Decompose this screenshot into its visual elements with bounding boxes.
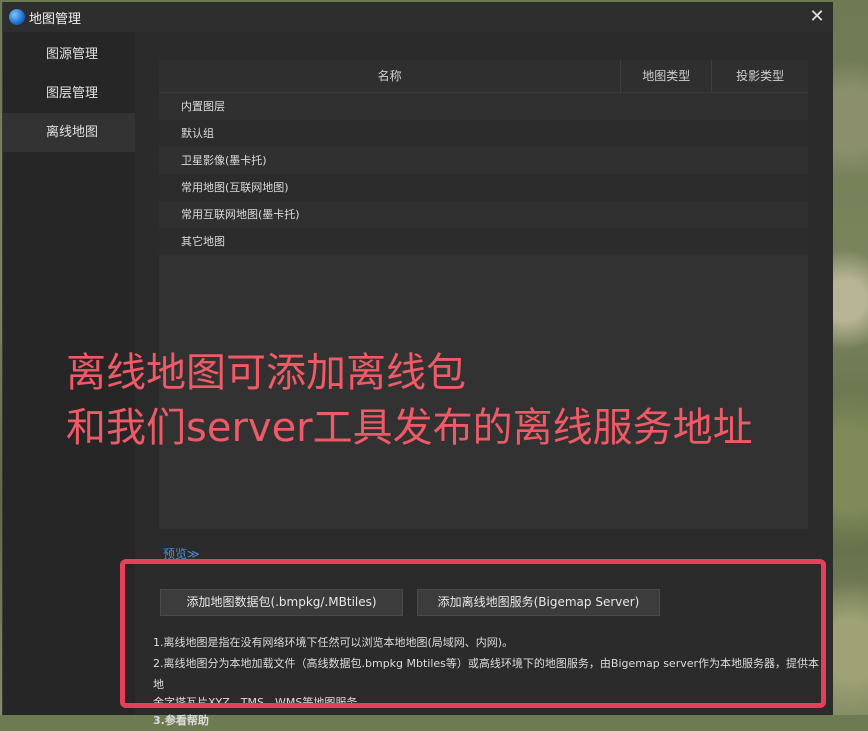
annotation-text-line-1: 离线地图可添加离线包 bbox=[66, 350, 466, 396]
table-body: 内置图层 默认组 卫星影像(墨卡托) 常用地图(互联网地图) 常用互联网地图(墨… bbox=[159, 93, 808, 255]
table-row[interactable]: 默认组 bbox=[159, 120, 808, 147]
table-row[interactable]: 内置图层 bbox=[159, 93, 808, 120]
column-header-name[interactable]: 名称 bbox=[159, 60, 620, 92]
table-header: 名称 地图类型 投影类型 bbox=[159, 60, 808, 93]
column-header-map-type[interactable]: 地图类型 bbox=[620, 60, 711, 92]
table-row[interactable]: 卫星影像(墨卡托) bbox=[159, 147, 808, 174]
title-bar: 地图管理 ✕ bbox=[3, 2, 833, 32]
sidebar-item-source-management[interactable]: 图源管理 bbox=[3, 35, 135, 74]
app-logo-icon bbox=[9, 9, 25, 25]
close-icon[interactable]: ✕ bbox=[807, 7, 827, 27]
annotation-highlight-box bbox=[120, 559, 826, 708]
table-row[interactable]: 常用互联网地图(墨卡托) bbox=[159, 201, 808, 228]
table-row[interactable]: 常用地图(互联网地图) bbox=[159, 174, 808, 201]
annotation-text-line-2: 和我们server工具发布的离线服务地址 bbox=[66, 405, 753, 451]
window-title: 地图管理 bbox=[29, 11, 82, 27]
help-link[interactable]: 3.参看帮助 bbox=[153, 710, 823, 731]
sidebar-item-layer-management[interactable]: 图层管理 bbox=[3, 74, 135, 113]
column-header-projection-type[interactable]: 投影类型 bbox=[711, 60, 808, 92]
map-table: 名称 地图类型 投影类型 内置图层 默认组 卫星影像(墨卡托) 常用地图(互联网… bbox=[159, 60, 808, 529]
table-row[interactable]: 其它地图 bbox=[159, 228, 808, 255]
sidebar-item-offline-map[interactable]: 离线地图 bbox=[3, 113, 135, 152]
